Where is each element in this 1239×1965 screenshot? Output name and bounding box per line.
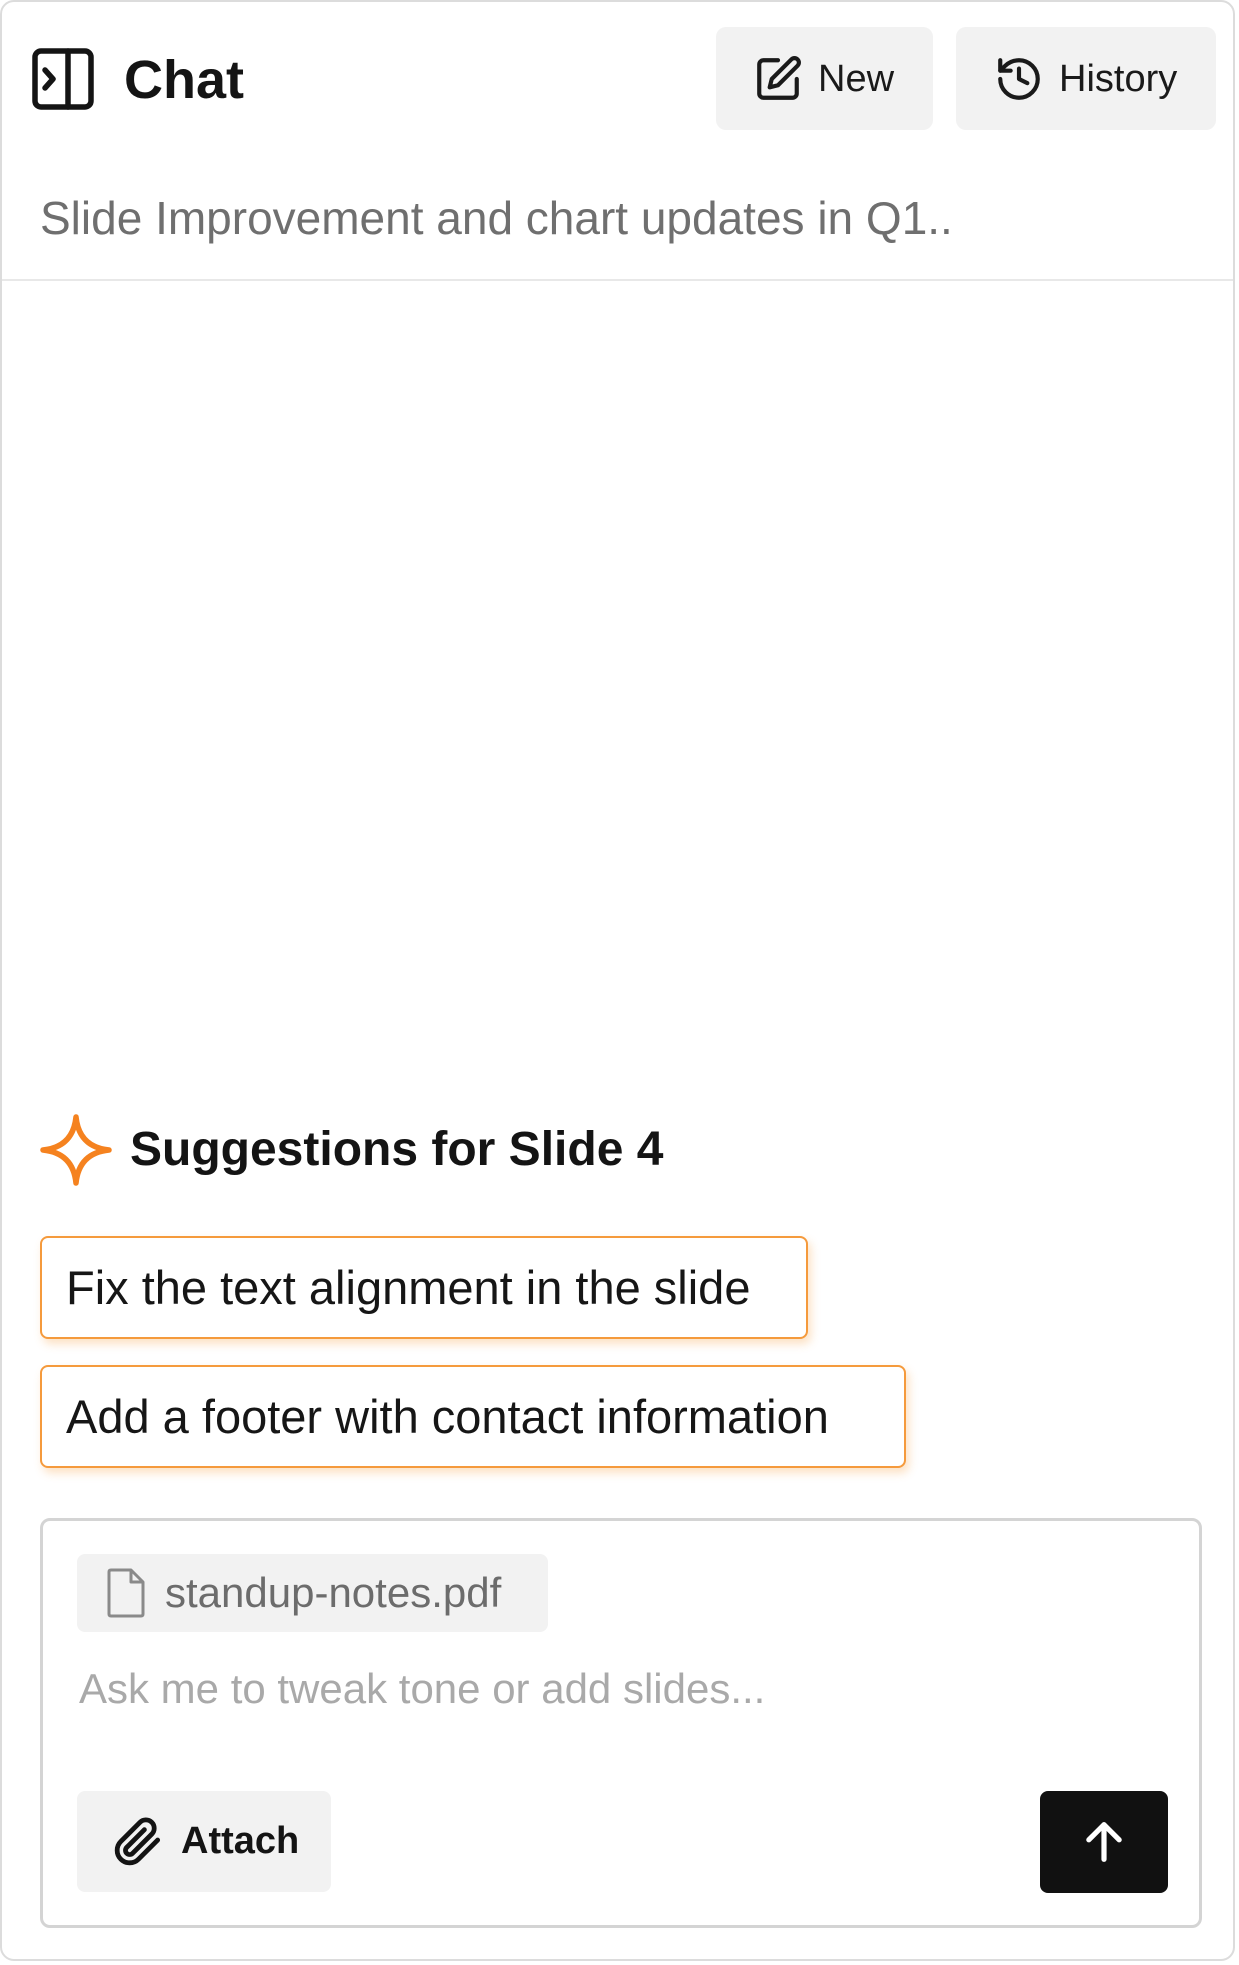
history-button[interactable]: History [956,27,1216,130]
chat-panel: Chat New History Slide Improvement and c… [0,0,1235,1961]
attachment-chip[interactable]: standup-notes.pdf [77,1554,548,1632]
conversation-title: Slide Improvement and chart updates in Q… [40,192,953,244]
suggestions-title: Suggestions for Slide 4 [130,1123,664,1176]
new-chat-button[interactable]: New [716,27,933,130]
paperclip-icon [114,1817,161,1865]
file-icon [107,1568,145,1618]
attach-label: Attach [181,1820,300,1862]
new-chat-label: New [818,57,895,100]
suggestions-heading: Suggestions for Slide 4 [40,1114,663,1186]
attach-button[interactable]: Attach [77,1791,331,1892]
send-button[interactable] [1040,1791,1168,1893]
arrow-up-icon [1086,1822,1122,1862]
history-icon [998,57,1040,100]
history-label: History [1059,57,1178,100]
suggestion-chip[interactable]: Fix the text alignment in the slide [40,1236,808,1339]
attachment-file-name: standup-notes.pdf [165,1569,502,1616]
header-divider [2,279,1233,281]
page-title: Chat [124,50,244,110]
chat-header: Chat New History Slide Improvement and c… [2,2,1233,244]
message-composer: standup-notes.pdf Attach [40,1518,1202,1928]
edit-icon [757,55,801,100]
sidebar-expand-icon[interactable] [32,48,94,110]
sparkle-icon [40,1114,112,1186]
message-input[interactable] [77,1654,1161,1724]
suggestion-chip[interactable]: Add a footer with contact information [40,1365,906,1468]
